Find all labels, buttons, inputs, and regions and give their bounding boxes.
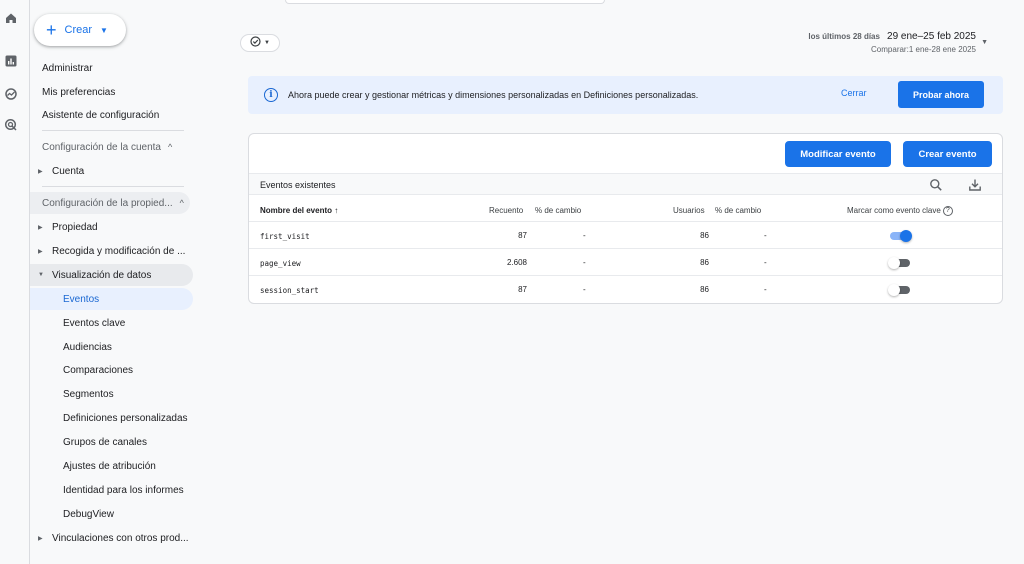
nav-data-display-label: Visualización de datos bbox=[52, 269, 152, 281]
nav-sub-debugview[interactable]: DebugView bbox=[30, 503, 193, 525]
nav-setup-assistant[interactable]: Asistente de configuración bbox=[42, 110, 159, 121]
event-users-change: - bbox=[764, 258, 767, 267]
col-users[interactable]: Usuarios bbox=[673, 206, 705, 215]
modify-event-button[interactable]: Modificar evento bbox=[785, 141, 891, 167]
explore-icon[interactable] bbox=[4, 87, 18, 101]
banner-close-link[interactable]: Cerrar bbox=[841, 88, 867, 98]
search-icon[interactable] bbox=[928, 177, 944, 193]
nav-sub-events[interactable]: Eventos bbox=[30, 288, 193, 310]
check-circle-icon bbox=[250, 36, 261, 50]
nav-sub-channel-groups[interactable]: Grupos de canales bbox=[30, 431, 193, 453]
nav-data-display[interactable]: ▼ Visualización de datos bbox=[30, 264, 193, 286]
nav-group-account-label: Configuración de la cuenta bbox=[42, 141, 161, 153]
create-button-label: Crear bbox=[64, 24, 93, 36]
nav-admin[interactable]: Administrar bbox=[42, 63, 93, 74]
nav-property[interactable]: ▶ Propiedad bbox=[30, 216, 193, 238]
col-key-event-label: Marcar como evento clave bbox=[847, 206, 941, 216]
col-key-event: Marcar como evento clave? bbox=[847, 206, 953, 216]
help-icon[interactable]: ? bbox=[942, 206, 953, 216]
nav-account-label: Cuenta bbox=[52, 165, 85, 177]
caret-down-icon: ▼ bbox=[264, 40, 270, 46]
existing-events-header: Eventos existentes bbox=[249, 173, 1002, 195]
nav-property-label: Propiedad bbox=[52, 221, 98, 233]
nav-group-property-label: Configuración de la propied... bbox=[42, 197, 173, 209]
nav-divider bbox=[42, 186, 184, 187]
event-count-change: - bbox=[583, 285, 586, 294]
nav-collection[interactable]: ▶ Recogida y modificación de ... bbox=[30, 240, 193, 262]
table-row: session_start 87 - 86 - bbox=[249, 275, 1002, 303]
nav-divider bbox=[42, 130, 184, 131]
nav-sub-comparisons[interactable]: Comparaciones bbox=[30, 359, 193, 381]
banner-message: Ahora puede crear y gestionar métricas y… bbox=[288, 90, 699, 100]
date-compare: Comparar:1 ene-28 ene 2025 bbox=[871, 45, 976, 54]
info-banner: i Ahora puede crear y gestionar métricas… bbox=[248, 76, 1003, 114]
nav-group-property[interactable]: Configuración de la propied... ^ bbox=[30, 192, 190, 214]
event-users: 86 bbox=[700, 285, 709, 294]
triangle-right-icon: ▶ bbox=[38, 168, 43, 175]
table-row: page_view 2.608 - 86 - bbox=[249, 248, 1002, 276]
chevron-up-icon: ^ bbox=[179, 198, 184, 208]
event-count: 87 bbox=[518, 285, 527, 294]
event-users: 86 bbox=[700, 258, 709, 267]
download-icon[interactable] bbox=[967, 177, 983, 193]
col-users-change[interactable]: % de cambio bbox=[715, 206, 761, 215]
triangle-down-icon: ▼ bbox=[38, 272, 44, 278]
date-range-picker[interactable]: los últimos 28 días 29 ene–25 feb 2025 C… bbox=[808, 30, 976, 54]
event-users-change: - bbox=[764, 231, 767, 240]
nav-product-links-label: Vinculaciones con otros prod... bbox=[52, 532, 189, 544]
home-icon[interactable] bbox=[4, 11, 18, 25]
nav-sub-reporting-identity[interactable]: Identidad para los informes bbox=[30, 479, 193, 501]
nav-preferences[interactable]: Mis preferencias bbox=[42, 87, 115, 98]
plus-icon: + bbox=[46, 20, 57, 40]
nav-sub-audiences[interactable]: Audiencias bbox=[30, 336, 193, 358]
toggle-knob bbox=[888, 284, 900, 296]
existing-events-title: Eventos existentes bbox=[260, 180, 336, 190]
toggle-knob bbox=[900, 230, 912, 242]
nav-sub-custom-definitions[interactable]: Definiciones personalizadas bbox=[30, 407, 193, 429]
nav-sub-attribution[interactable]: Ajustes de atribución bbox=[30, 455, 193, 477]
date-range-label: los últimos 28 días bbox=[808, 32, 880, 41]
nav-sub-segments[interactable]: Segmentos bbox=[30, 383, 193, 405]
advertising-icon[interactable] bbox=[4, 118, 18, 132]
event-count: 2.608 bbox=[506, 258, 527, 267]
caret-down-icon: ▼ bbox=[100, 25, 108, 35]
event-users: 86 bbox=[700, 231, 709, 240]
event-name[interactable]: page_view bbox=[260, 259, 301, 268]
info-icon: i bbox=[264, 88, 278, 102]
date-range-value: 29 ene–25 feb 2025 bbox=[887, 31, 976, 42]
admin-nav: + Crear ▼ Administrar Mis preferencias A… bbox=[30, 0, 205, 564]
try-now-button[interactable]: Probar ahora bbox=[898, 81, 984, 108]
nav-product-links[interactable]: ▶ Vinculaciones con otros prod... bbox=[30, 527, 193, 549]
reports-icon[interactable] bbox=[4, 54, 18, 68]
nav-collection-label: Recogida y modificación de ... bbox=[52, 245, 186, 257]
top-search-edge bbox=[285, 0, 605, 4]
col-count[interactable]: Recuento bbox=[489, 206, 523, 215]
chevron-up-icon: ^ bbox=[167, 142, 173, 152]
event-count-change: - bbox=[583, 258, 586, 267]
event-count-change: - bbox=[583, 231, 586, 240]
key-event-toggle[interactable] bbox=[888, 230, 912, 242]
key-event-toggle[interactable] bbox=[888, 257, 912, 269]
triangle-right-icon: ▶ bbox=[38, 224, 43, 231]
nav-group-account[interactable]: Configuración de la cuenta ^ bbox=[30, 136, 190, 158]
col-event-name[interactable]: Nombre del evento ↑ bbox=[260, 206, 338, 215]
table-row: first_visit 87 - 86 - bbox=[249, 221, 1002, 249]
events-card: Modificar evento Crear evento Eventos ex… bbox=[248, 133, 1003, 304]
event-name[interactable]: session_start bbox=[260, 286, 319, 295]
left-rail bbox=[0, 0, 30, 564]
triangle-right-icon: ▶ bbox=[38, 248, 43, 255]
create-event-button[interactable]: Crear evento bbox=[903, 141, 992, 167]
event-name[interactable]: first_visit bbox=[260, 232, 310, 241]
nav-account[interactable]: ▶ Cuenta bbox=[30, 160, 193, 182]
toggle-knob bbox=[888, 257, 900, 269]
key-event-toggle[interactable] bbox=[888, 284, 912, 296]
col-count-change[interactable]: % de cambio bbox=[535, 206, 581, 215]
event-count: 87 bbox=[518, 231, 527, 240]
event-users-change: - bbox=[764, 285, 767, 294]
triangle-right-icon: ▶ bbox=[38, 535, 43, 542]
filter-chip[interactable]: ▼ bbox=[240, 34, 280, 52]
date-caret-icon[interactable]: ▼ bbox=[981, 39, 988, 46]
nav-sub-key-events[interactable]: Eventos clave bbox=[30, 312, 193, 334]
create-button[interactable]: + Crear ▼ bbox=[34, 14, 126, 46]
